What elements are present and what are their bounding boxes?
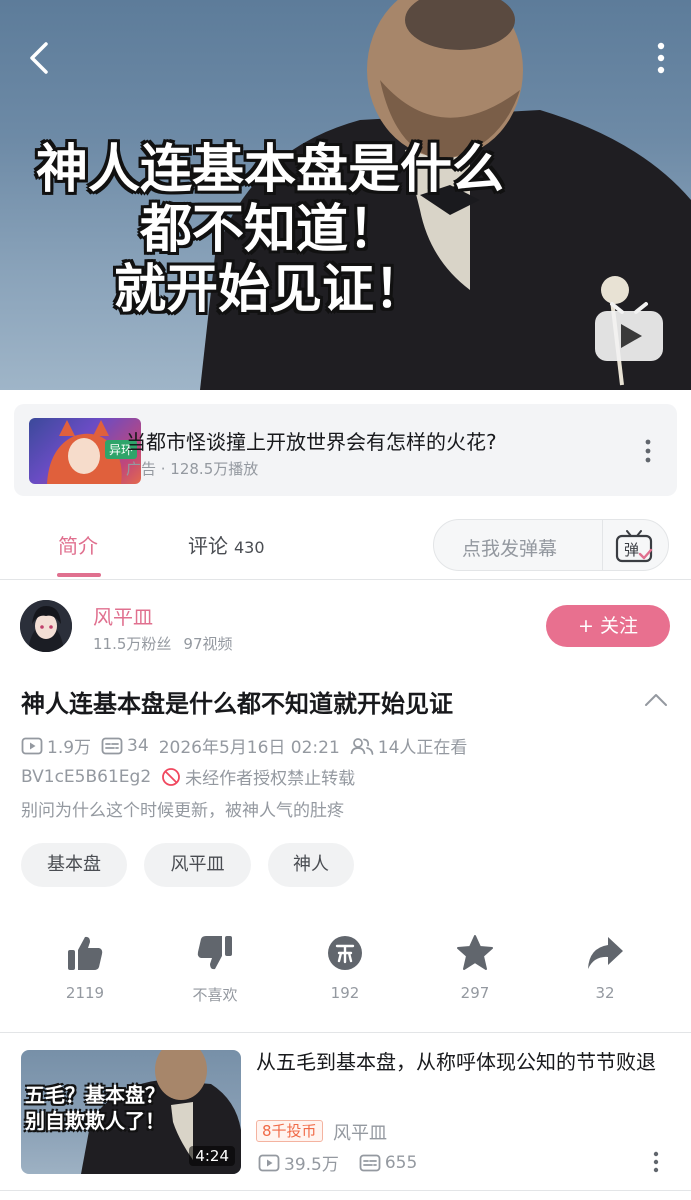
uploader-name[interactable]: 风平皿 bbox=[93, 601, 153, 630]
danmaku-icon-glyph: 弹 bbox=[624, 541, 639, 559]
copyright-notice: 未经作者授权禁止转载 bbox=[185, 769, 356, 789]
dislike-button[interactable]: 不喜欢 bbox=[170, 934, 260, 1005]
watching-users-icon bbox=[350, 737, 374, 755]
coin-count: 192 bbox=[330, 984, 360, 1002]
danmaku-divider bbox=[602, 520, 603, 570]
back-arrow-icon[interactable] bbox=[22, 38, 58, 78]
danmaku-count-icon bbox=[359, 1154, 381, 1171]
video-title: 神人连基本盘是什么都不知道就开始见证 bbox=[21, 690, 453, 718]
thumbs-up-icon bbox=[68, 936, 103, 970]
more-vertical-icon[interactable] bbox=[653, 40, 669, 76]
related-video-thumbnail[interactable]: 五毛？基本盘？ 别自欺欺人了！ 4:24 bbox=[21, 1050, 241, 1174]
tab-comments-label: 评论 bbox=[188, 534, 228, 558]
video-stats-row: 1.9万 34 2026年5月16日 02:21 14人正在看 bbox=[21, 733, 467, 758]
ad-card[interactable]: 异环 当都市怪谈撞上开放世界会有怎样的火花? 广告 · 128.5万播放 bbox=[14, 404, 677, 496]
more-vertical-icon[interactable] bbox=[650, 1150, 662, 1174]
related-caption-line: 五毛？基本盘？ bbox=[25, 1083, 165, 1107]
danmaku-input[interactable]: 点我发弹幕 弹 bbox=[433, 519, 669, 571]
video-description: 别问为什么这个时候更新，被神人气的肚疼 bbox=[21, 801, 344, 821]
coin-button[interactable]: 192 bbox=[300, 934, 390, 1002]
avatar-image bbox=[20, 600, 72, 652]
danmaku-count-icon bbox=[101, 737, 123, 754]
watching-count: 14人正在看 bbox=[377, 738, 468, 758]
related-caption-line: 别自欺欺人了！ bbox=[25, 1109, 165, 1133]
video-id-row: BV1cE5B61Eg2 未经作者授权禁止转载 bbox=[21, 764, 356, 790]
tag-chip[interactable]: 风平皿 bbox=[144, 843, 251, 887]
tv-play-icon[interactable] bbox=[592, 298, 666, 364]
danmaku-count: 34 bbox=[127, 735, 149, 756]
like-button[interactable]: 2119 bbox=[40, 934, 130, 1002]
favorite-count: 297 bbox=[460, 984, 490, 1002]
ad-thumbnail: 异环 bbox=[29, 418, 141, 484]
related-thumb-caption: 五毛？基本盘？ 别自欺欺人了！ bbox=[25, 1082, 165, 1134]
related-video-author[interactable]: 风平皿 bbox=[333, 1119, 387, 1145]
play-count: 1.9万 bbox=[47, 738, 92, 758]
thumbs-down-icon bbox=[197, 936, 232, 970]
tab-comments[interactable]: 评论 430 bbox=[188, 530, 265, 559]
danmaku-settings-icon[interactable]: 弹 bbox=[614, 528, 654, 564]
overlay-caption-line: 就开始见证！ bbox=[113, 260, 426, 320]
chevron-up-icon[interactable] bbox=[644, 690, 668, 710]
coin-icon bbox=[328, 936, 362, 970]
no-repost-icon bbox=[162, 767, 181, 786]
bottom-divider bbox=[0, 1190, 691, 1191]
active-tab-indicator bbox=[57, 573, 101, 577]
favorite-button[interactable]: 297 bbox=[430, 934, 520, 1002]
video-overlay-caption: 神人连基本盘是什么 都不知道！ 就开始见证！ bbox=[0, 140, 540, 320]
dislike-label: 不喜欢 bbox=[192, 986, 238, 1004]
share-count: 32 bbox=[595, 984, 615, 1002]
follow-button[interactable]: + 关注 bbox=[546, 605, 670, 647]
ad-meta: 广告 · 128.5万播放 bbox=[126, 460, 259, 478]
uploader-videos: 97视频 bbox=[183, 635, 233, 653]
related-play-count: 39.5万 bbox=[284, 1155, 339, 1175]
uploader-fans: 11.5万粉丝 bbox=[93, 635, 172, 653]
tag-chip[interactable]: 神人 bbox=[268, 843, 354, 887]
more-vertical-icon[interactable] bbox=[642, 437, 654, 465]
star-icon bbox=[457, 935, 493, 970]
coin-badge: 8千投币 bbox=[256, 1120, 323, 1142]
related-video-title[interactable]: 从五毛到基本盘，从称呼体现公知的节节败退 bbox=[256, 1049, 656, 1076]
video-duration: 4:24 bbox=[189, 1146, 235, 1166]
tab-intro-label: 简介 bbox=[58, 534, 98, 558]
section-divider bbox=[0, 1032, 691, 1033]
ad-title[interactable]: 当都市怪谈撞上开放世界会有怎样的火花? bbox=[126, 426, 497, 455]
uploader-avatar[interactable] bbox=[20, 600, 72, 652]
publish-date: 2026年5月16日 02:21 bbox=[158, 738, 340, 758]
tag-chip[interactable]: 基本盘 bbox=[21, 843, 127, 887]
danmaku-placeholder: 点我发弹幕 bbox=[462, 538, 558, 560]
overlay-caption-line: 神人连基本盘是什么 bbox=[35, 140, 504, 200]
uploader-stats: 11.5万粉丝 97视频 bbox=[93, 633, 233, 654]
video-player[interactable]: 神人连基本盘是什么 都不知道！ 就开始见证！ bbox=[0, 0, 691, 390]
tab-intro[interactable]: 简介 bbox=[58, 530, 98, 559]
comments-count: 430 bbox=[234, 538, 265, 557]
play-count-icon bbox=[21, 737, 43, 754]
overlay-caption-line: 都不知道！ bbox=[139, 200, 400, 260]
play-count-icon bbox=[258, 1154, 280, 1171]
share-arrow-icon bbox=[588, 937, 623, 969]
bvid[interactable]: BV1cE5B61Eg2 bbox=[21, 767, 151, 787]
related-video-stats: 39.5万 655 bbox=[258, 1150, 417, 1175]
share-button[interactable]: 32 bbox=[560, 934, 650, 1002]
like-count: 2119 bbox=[65, 984, 105, 1002]
related-danmaku-count: 655 bbox=[384, 1152, 418, 1173]
